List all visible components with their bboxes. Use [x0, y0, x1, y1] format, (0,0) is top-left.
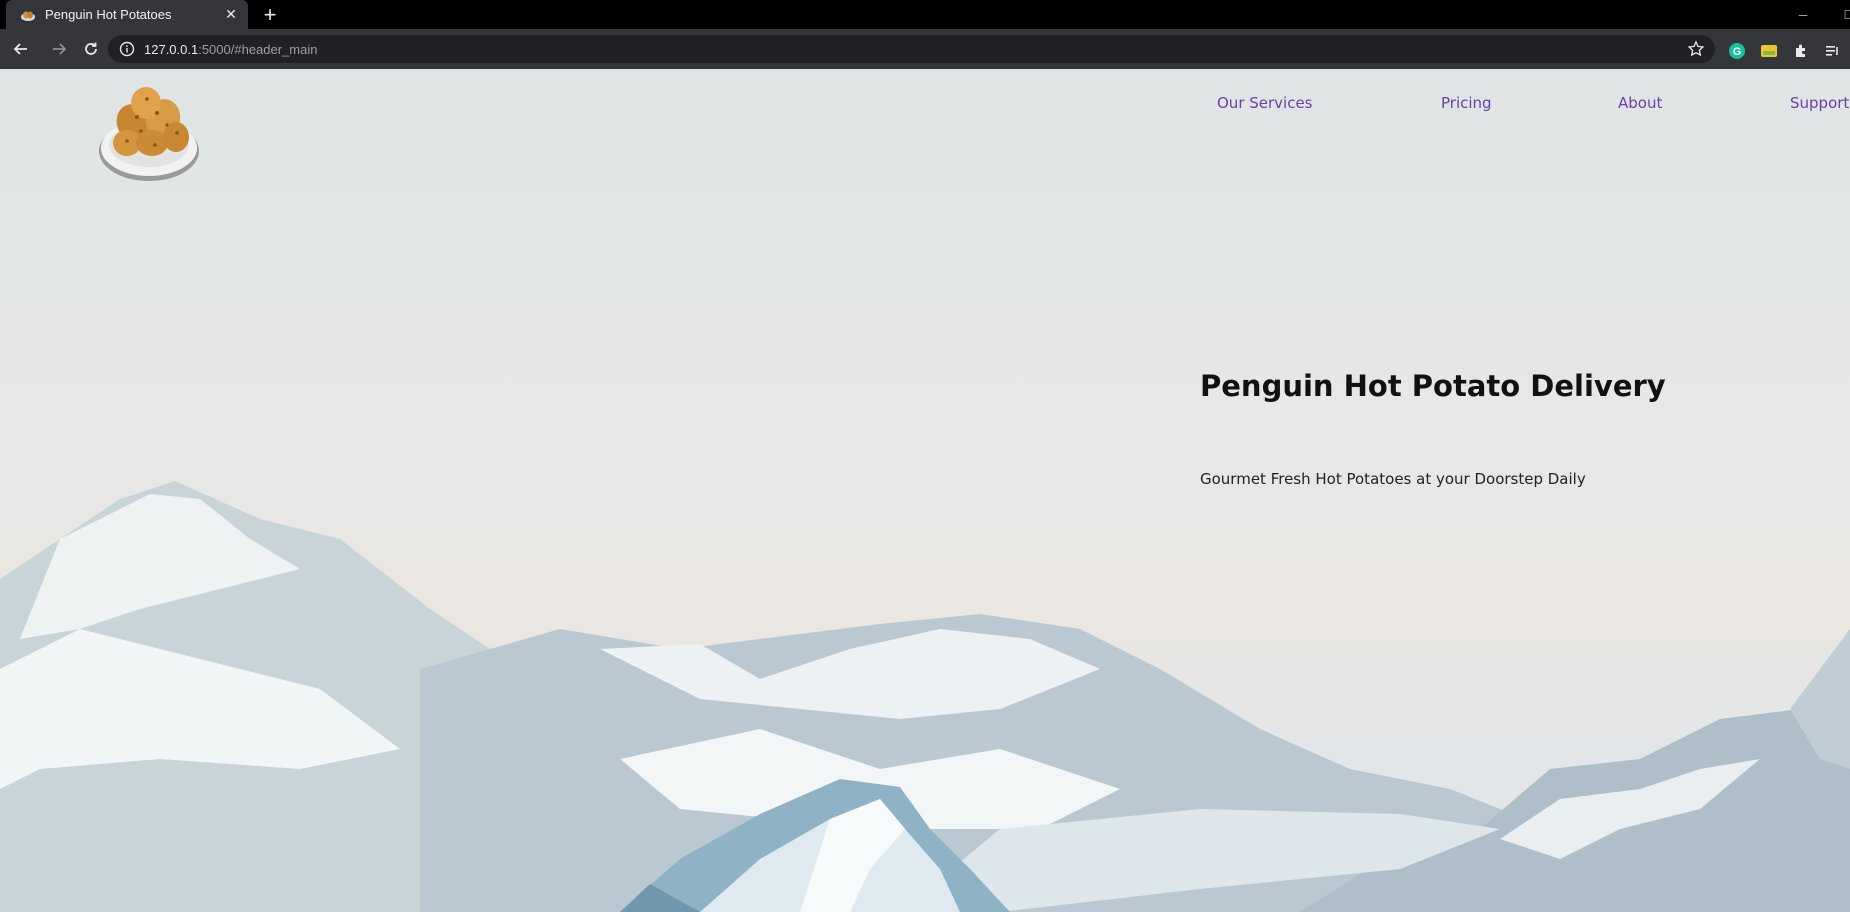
forward-button[interactable] — [44, 34, 74, 64]
close-tab-icon[interactable]: ✕ — [222, 6, 240, 24]
window-controls: ─ ☐ — [1780, 0, 1850, 29]
tab-title: Penguin Hot Potatoes — [45, 7, 172, 22]
address-bar[interactable]: 127.0.0.1:5000/#header_main — [108, 35, 1715, 63]
nav-link-support[interactable]: Support — [1790, 94, 1849, 112]
potato-plate-logo[interactable] — [97, 81, 201, 185]
extension-colorful-icon[interactable] — [1758, 40, 1780, 62]
browser-tab-strip: Penguin Hot Potatoes ✕ + ─ ☐ — [0, 0, 1850, 29]
reload-button[interactable] — [76, 34, 106, 64]
nav-link-pricing[interactable]: Pricing — [1441, 94, 1492, 112]
browser-toolbar: 127.0.0.1:5000/#header_main — [0, 29, 1850, 69]
minimize-icon[interactable]: ─ — [1780, 0, 1826, 29]
back-arrow-icon — [13, 43, 27, 55]
nav-link-about[interactable]: About — [1618, 94, 1662, 112]
hero-subtitle: Gourmet Fresh Hot Potatoes at your Doors… — [1200, 470, 1586, 488]
svg-text:G: G — [1733, 46, 1742, 58]
grammarly-icon[interactable]: G — [1726, 40, 1748, 62]
url-text: 127.0.0.1:5000/#header_main — [144, 41, 318, 57]
media-control-icon[interactable] — [1822, 40, 1844, 62]
potato-icon — [21, 11, 35, 21]
maximize-icon[interactable]: ☐ — [1826, 0, 1850, 29]
new-tab-button[interactable]: + — [258, 2, 282, 27]
nav-link-our-services[interactable]: Our Services — [1217, 94, 1313, 112]
bookmark-star-icon[interactable] — [1687, 40, 1705, 58]
mountain-background-image — [0, 481, 1850, 912]
page-viewport: Our Services Pricing About Support Pengu… — [0, 69, 1850, 912]
puzzle-icon[interactable] — [1790, 40, 1812, 62]
browser-tab[interactable]: Penguin Hot Potatoes ✕ — [6, 0, 248, 29]
forward-arrow-icon — [53, 43, 67, 55]
back-button[interactable] — [6, 34, 36, 64]
hero-title: Penguin Hot Potato Delivery — [1200, 369, 1666, 403]
info-icon[interactable] — [119, 41, 135, 57]
reload-icon — [85, 42, 97, 55]
